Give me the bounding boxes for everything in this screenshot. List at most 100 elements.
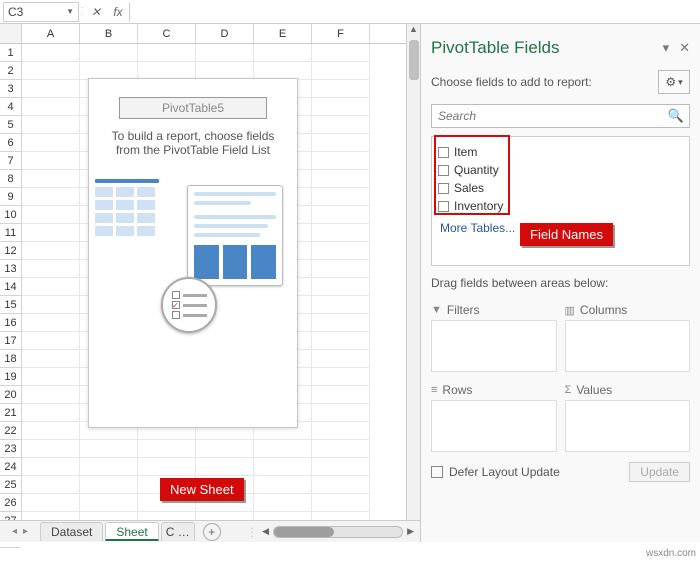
drag-areas-label: Drag fields between areas below: xyxy=(431,266,690,300)
update-button[interactable]: Update xyxy=(629,462,690,482)
row-header[interactable]: 10 xyxy=(0,206,21,224)
rows-area[interactable]: ≡Rows xyxy=(431,380,557,452)
add-sheet-button[interactable]: + xyxy=(203,523,221,541)
filters-area[interactable]: ▼Filters xyxy=(431,300,557,372)
row-header[interactable]: 20 xyxy=(0,386,21,404)
pivottable-fields-panel: PivotTable Fields ▾ ✕ Choose fields to a… xyxy=(420,24,700,542)
search-input[interactable] xyxy=(431,104,690,128)
row-header[interactable]: 22 xyxy=(0,422,21,440)
name-box[interactable]: C3 ▼ xyxy=(3,2,79,22)
row-header[interactable]: 4 xyxy=(0,98,21,116)
values-dropzone[interactable] xyxy=(565,400,691,452)
row-header[interactable]: 16 xyxy=(0,314,21,332)
column-header[interactable]: F xyxy=(312,24,370,43)
scroll-up-icon[interactable]: ▲ xyxy=(407,24,420,38)
area-label: Rows xyxy=(442,383,472,397)
checkbox[interactable] xyxy=(438,183,449,194)
filters-dropzone[interactable] xyxy=(431,320,557,372)
row-header[interactable]: 8 xyxy=(0,170,21,188)
tab-truncated[interactable]: C … xyxy=(161,522,195,541)
column-header[interactable]: C xyxy=(138,24,196,43)
annotation-field-names: Field Names xyxy=(520,223,613,246)
fx-icon[interactable]: fx xyxy=(107,2,129,22)
checkbox[interactable] xyxy=(438,201,449,212)
tab-nav[interactable]: ◂ ▸ xyxy=(0,526,40,537)
panel-dropdown-icon[interactable]: ▾ xyxy=(663,40,670,56)
defer-layout-checkbox[interactable]: Defer Layout Update xyxy=(431,465,560,479)
row-header[interactable]: 5 xyxy=(0,116,21,134)
gear-icon: ⚙ xyxy=(665,75,676,89)
settings-button[interactable]: ⚙ ▾ xyxy=(658,70,690,94)
values-area[interactable]: ΣValues xyxy=(565,380,691,452)
pivottable-placeholder[interactable]: PivotTable5 To build a report, choose fi… xyxy=(88,78,298,428)
column-header[interactable]: B xyxy=(80,24,138,43)
columns-icon: ▥ xyxy=(565,304,575,317)
area-label: Values xyxy=(576,383,612,397)
row-header[interactable]: 15 xyxy=(0,296,21,314)
chevron-down-icon: ▾ xyxy=(678,77,683,88)
row-header[interactable]: 1 xyxy=(0,44,21,62)
row-headers: 1 2 3 4 5 6 7 8 9 10 11 12 13 14 15 16 1… xyxy=(0,24,22,542)
scroll-left-icon[interactable]: ◀ xyxy=(262,526,269,537)
chevron-down-icon[interactable]: ▼ xyxy=(66,7,74,16)
scroll-right-icon[interactable]: ▶ xyxy=(407,526,414,537)
field-search[interactable]: 🔍 xyxy=(431,104,690,128)
checkbox[interactable] xyxy=(438,147,449,158)
field-item[interactable]: Inventory xyxy=(438,197,683,215)
tab-dataset[interactable]: Dataset xyxy=(40,522,103,541)
cancel-icon[interactable]: ✕ xyxy=(85,2,107,22)
row-header[interactable]: 11 xyxy=(0,224,21,242)
scroll-thumb[interactable] xyxy=(409,40,419,80)
close-icon[interactable]: ✕ xyxy=(679,40,690,56)
column-header[interactable]: A xyxy=(22,24,80,43)
formula-input[interactable] xyxy=(129,2,700,22)
nav-next-icon[interactable]: ▸ xyxy=(23,526,28,537)
cells-grid[interactable]: A B C D E F xyxy=(22,24,406,542)
pivottable-illustration: ✓ xyxy=(89,177,297,387)
columns-dropzone[interactable] xyxy=(565,320,691,372)
field-item[interactable]: Item xyxy=(438,143,683,161)
tab-sheet[interactable]: Sheet xyxy=(105,522,158,541)
row-header[interactable]: 26 xyxy=(0,494,21,512)
row-header[interactable]: 12 xyxy=(0,242,21,260)
nav-prev-icon[interactable]: ◂ xyxy=(12,526,17,537)
cell-reference: C3 xyxy=(8,5,23,19)
row-header[interactable]: 3 xyxy=(0,80,21,98)
watermark: wsxdn.com xyxy=(646,548,696,559)
checkbox[interactable] xyxy=(431,466,443,478)
pivottable-hint: To build a report, choose fields from th… xyxy=(89,129,297,157)
row-header[interactable]: 18 xyxy=(0,350,21,368)
search-icon[interactable]: 🔍 xyxy=(668,108,684,124)
horizontal-scrollbar[interactable] xyxy=(273,526,403,538)
row-header[interactable]: 19 xyxy=(0,368,21,386)
field-item[interactable]: Sales xyxy=(438,179,683,197)
row-header[interactable]: 21 xyxy=(0,404,21,422)
filter-icon: ▼ xyxy=(431,304,442,316)
row-header[interactable]: 17 xyxy=(0,332,21,350)
row-header[interactable]: 6 xyxy=(0,134,21,152)
row-header[interactable]: 23 xyxy=(0,440,21,458)
row-header[interactable]: 9 xyxy=(0,188,21,206)
field-item[interactable]: Quantity xyxy=(438,161,683,179)
rows-dropzone[interactable] xyxy=(431,400,557,452)
row-header[interactable]: 2 xyxy=(0,62,21,80)
field-label: Sales xyxy=(454,181,484,195)
row-header[interactable]: 14 xyxy=(0,278,21,296)
row-header[interactable]: 25 xyxy=(0,476,21,494)
row-header[interactable]: 24 xyxy=(0,458,21,476)
worksheet-area: 1 2 3 4 5 6 7 8 9 10 11 12 13 14 15 16 1… xyxy=(0,24,420,542)
panel-title: PivotTable Fields xyxy=(431,38,560,58)
columns-area[interactable]: ▥Columns xyxy=(565,300,691,372)
separator: ⋮ xyxy=(246,525,258,539)
sheet-tab-bar: ◂ ▸ Dataset Sheet C … + ⋮ ◀ ▶ xyxy=(0,520,420,542)
row-header[interactable]: 13 xyxy=(0,260,21,278)
checkbox[interactable] xyxy=(438,165,449,176)
column-headers: A B C D E F xyxy=(22,24,406,44)
vertical-scrollbar[interactable]: ▲ ▼ xyxy=(406,24,420,542)
row-header[interactable]: 7 xyxy=(0,152,21,170)
field-label: Item xyxy=(454,145,477,159)
column-header[interactable]: D xyxy=(196,24,254,43)
column-header[interactable]: E xyxy=(254,24,312,43)
select-all-corner[interactable] xyxy=(0,24,21,44)
field-label: Quantity xyxy=(454,163,499,177)
